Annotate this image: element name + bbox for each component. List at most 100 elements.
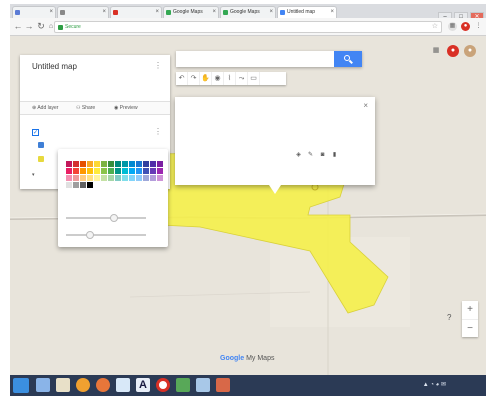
color-swatch[interactable] [73, 161, 79, 167]
close-icon[interactable]: × [49, 7, 53, 18]
system-tray-icons[interactable]: ▲ ◔ ◕ ✉ [423, 381, 446, 388]
color-swatch[interactable] [108, 161, 114, 167]
browser-tab[interactable]: × [57, 6, 109, 18]
opacity-slider-handle[interactable] [110, 214, 118, 222]
menu-dots-icon[interactable]: ⋮ [474, 22, 483, 31]
color-swatch[interactable] [157, 175, 163, 181]
color-swatch[interactable] [80, 168, 86, 174]
profile-icon[interactable]: ● [461, 22, 470, 31]
taskbar-app-icon[interactable] [116, 378, 130, 392]
share-button[interactable]: ⚇ Share [76, 102, 95, 115]
color-swatch[interactable] [143, 168, 149, 174]
color-swatch[interactable] [94, 175, 100, 181]
color-swatch[interactable] [73, 175, 79, 181]
close-icon[interactable]: × [330, 7, 334, 18]
browser-tab-active[interactable]: Untitled map × [277, 6, 337, 18]
taskbar-app-icon[interactable] [216, 378, 230, 392]
feature-style-icon[interactable] [38, 156, 44, 162]
color-swatch[interactable] [101, 161, 107, 167]
map-title[interactable]: Untitled map [32, 62, 77, 71]
color-swatch[interactable] [122, 175, 128, 181]
start-button[interactable] [13, 378, 29, 393]
close-icon[interactable]: × [155, 7, 159, 18]
color-swatch[interactable] [66, 182, 72, 188]
color-swatch[interactable] [80, 182, 86, 188]
back-arrow-icon[interactable]: ← [13, 21, 23, 32]
file-explorer-icon[interactable] [36, 378, 50, 392]
map-canvas[interactable]: ↶ ↷ ✋ ◉ ⌇ ⤳ ▭ ▦ ● ● Untitled map ⋮ ⊕ Add… [10, 37, 486, 375]
panel-menu-icon[interactable]: ⋮ [154, 61, 162, 70]
browser-tab[interactable]: Google Maps × [220, 6, 276, 18]
color-swatch[interactable] [73, 182, 79, 188]
color-swatch[interactable] [108, 175, 114, 181]
close-icon[interactable]: × [269, 7, 273, 18]
color-swatch[interactable] [122, 168, 128, 174]
color-swatch[interactable] [143, 175, 149, 181]
zoom-in-button[interactable]: + [462, 301, 478, 319]
taskbar-app-icon[interactable] [76, 378, 90, 392]
base-map-row[interactable]: ▾ [32, 172, 35, 178]
color-swatch[interactable] [115, 175, 121, 181]
color-swatch[interactable] [115, 161, 121, 167]
star-icon[interactable]: ☆ [432, 22, 438, 32]
reload-icon[interactable]: ↻ [36, 21, 46, 32]
chrome-icon[interactable] [156, 378, 170, 392]
firefox-icon[interactable] [96, 378, 110, 392]
layer-feature-item[interactable] [38, 141, 78, 149]
color-swatch[interactable] [108, 168, 114, 174]
color-swatch[interactable] [94, 168, 100, 174]
redo-icon[interactable]: ↷ [188, 72, 200, 85]
border-width-slider-handle[interactable] [86, 231, 94, 239]
color-swatch[interactable] [101, 168, 107, 174]
color-swatch[interactable] [136, 175, 142, 181]
color-swatch[interactable] [66, 168, 72, 174]
help-icon[interactable]: ? [447, 313, 451, 322]
border-width-slider[interactable] [66, 231, 146, 239]
hand-icon[interactable]: ✋ [200, 72, 212, 85]
color-swatch[interactable] [80, 175, 86, 181]
feature-style-icon[interactable] [38, 142, 44, 148]
color-swatch[interactable] [136, 168, 142, 174]
marker-icon[interactable]: ◉ [212, 72, 224, 85]
color-swatch[interactable] [87, 161, 93, 167]
taskbar-app-icon[interactable] [176, 378, 190, 392]
add-layer-button[interactable]: ⊕ Add layer [32, 102, 58, 115]
browser-tab[interactable]: Google Maps × [163, 6, 219, 18]
apps-grid-icon[interactable]: ▦ [430, 45, 442, 57]
draw-line-icon[interactable]: ⌇ [224, 72, 236, 85]
extension-icon[interactable]: ▦ [448, 22, 457, 31]
directions-icon[interactable]: ⤳ [236, 72, 248, 85]
forward-arrow-icon[interactable]: → [24, 21, 34, 32]
taskbar-app-icon[interactable]: A [136, 378, 150, 392]
color-swatch[interactable] [87, 182, 93, 188]
layer-visibility-checkbox[interactable]: ✓ [32, 129, 39, 136]
color-swatch[interactable] [101, 175, 107, 181]
color-swatch[interactable] [115, 168, 121, 174]
search-button[interactable] [334, 51, 362, 67]
style-paint-icon[interactable]: ◈ [295, 152, 302, 159]
notifications-icon[interactable]: ● [447, 45, 459, 57]
color-swatch[interactable] [157, 168, 163, 174]
zoom-out-button[interactable]: − [462, 319, 478, 337]
taskbar-app-icon[interactable] [56, 378, 70, 392]
color-swatch[interactable] [73, 168, 79, 174]
opacity-slider[interactable] [66, 214, 146, 222]
preview-button[interactable]: ◉ Preview [114, 102, 138, 115]
color-swatch[interactable] [150, 168, 156, 174]
edit-pencil-icon[interactable]: ✎ [307, 152, 314, 159]
browser-tab[interactable]: × [12, 6, 56, 18]
close-icon[interactable]: × [363, 101, 368, 110]
color-swatch[interactable] [87, 175, 93, 181]
color-swatch[interactable] [122, 161, 128, 167]
color-swatch[interactable] [80, 161, 86, 167]
avatar[interactable]: ● [464, 45, 476, 57]
address-bar[interactable]: Secure ☆ [54, 21, 442, 33]
ruler-icon[interactable]: ▭ [248, 72, 260, 85]
close-icon[interactable]: × [102, 7, 106, 18]
color-swatch[interactable] [129, 161, 135, 167]
color-swatch[interactable] [150, 175, 156, 181]
camera-icon[interactable]: ◙ [319, 152, 326, 159]
color-swatch[interactable] [87, 168, 93, 174]
color-swatch[interactable] [150, 161, 156, 167]
layer-menu-icon[interactable]: ⋮ [154, 127, 162, 136]
